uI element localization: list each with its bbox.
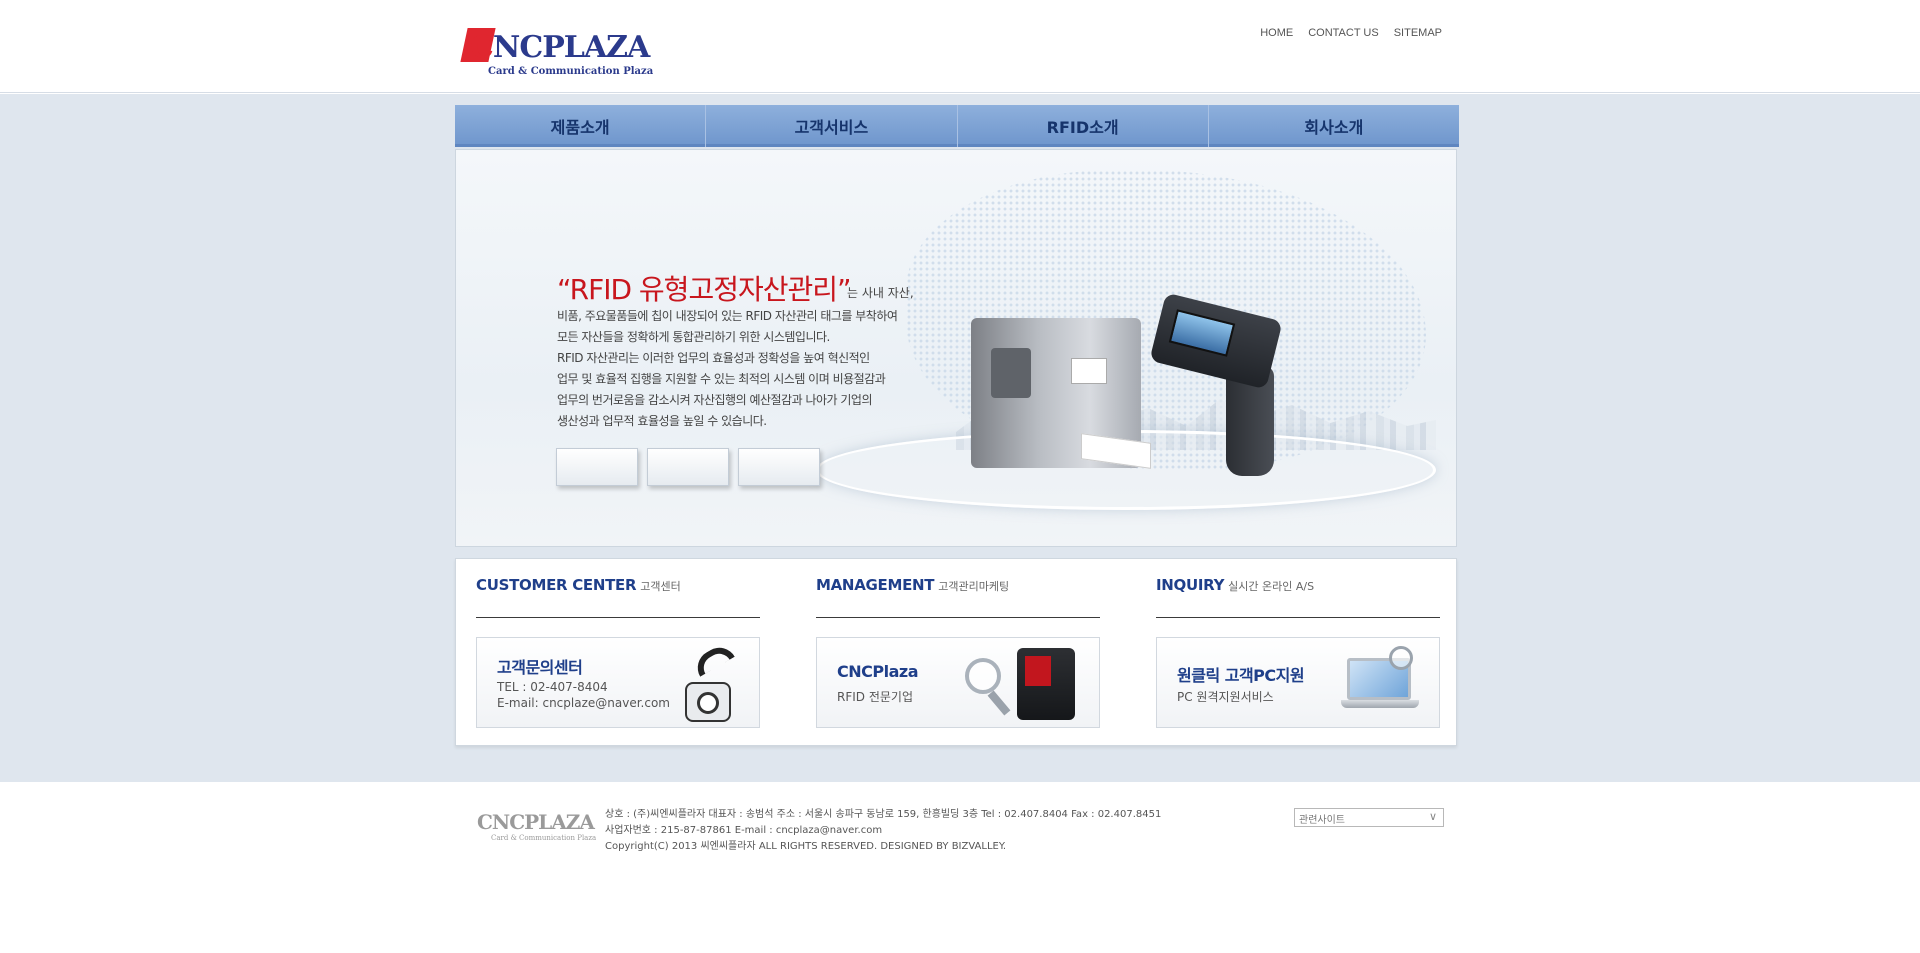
copyright: Copyright(C) 2013 씨엔씨플라자 ALL RIGHTS RESE… [605, 841, 1007, 852]
visual-thumbnails [556, 448, 820, 486]
management-card[interactable]: CNCPlaza RFID 전문기업 [816, 637, 1100, 728]
site-logo[interactable]: CNCPLAZA Card & Communication Plaza [460, 24, 653, 82]
rfid-device-icon [965, 648, 1085, 722]
customer-center-section: CUSTOMER CENTER 고객센터 고객문의센터 TEL : 02-407-… [476, 559, 760, 747]
home-link[interactable]: HOME [1260, 27, 1293, 39]
customer-center-title: CUSTOMER CENTER 고객센터 [476, 576, 681, 594]
visual-description: 비품, 주요물품들에 칩이 내장되어 있는 RFID 자산관리 태그를 부착하여… [557, 309, 898, 428]
thumbnail-1[interactable] [556, 448, 638, 486]
customer-card-title: 고객문의센터 [497, 658, 583, 677]
menu-company[interactable]: 회사소개 [1208, 105, 1459, 147]
menu-products[interactable]: 제품소개 [455, 105, 707, 147]
label-printer-image [971, 318, 1151, 478]
footer-logo: CNCPLAZA Card & Communication Plaza [477, 810, 597, 842]
customer-tel: TEL : 02-407-8404 [497, 680, 608, 694]
customer-email: E-mail: cncplaze@naver.com [497, 696, 670, 710]
site-footer: CNCPLAZA Card & Communication Plaza 상호 :… [0, 782, 1920, 953]
management-card-subtitle: RFID 전문기업 [837, 690, 913, 704]
company-info-line: 사업자번호 : 215-87-87861 E-mail : cncplaza@n… [605, 825, 883, 836]
laptop-icon [1341, 646, 1421, 720]
inquiry-card[interactable]: 원클릭 고객PC지원 PC 원격지원서비스 [1156, 637, 1440, 728]
main-navigation: 제품소개 고객서비스 RFID소개 회사소개 [455, 105, 1459, 147]
inquiry-card-subtitle: PC 원격지원서비스 [1177, 690, 1274, 704]
visual-headline: “RFID 유형고정자산관리” [557, 273, 852, 306]
logo-tagline: Card & Communication Plaza [488, 66, 654, 77]
top-navigation: HOME CONTACT US SITEMAP [1260, 27, 1442, 39]
menu-customer-service[interactable]: 고객서비스 [706, 105, 958, 147]
main-visual-banner: “RFID 유형고정자산관리” 는 사내 자산, 비품, 주요물품들에 칩이 내… [455, 149, 1457, 547]
inquiry-card-title: 원클릭 고객PC지원 [1177, 666, 1305, 685]
management-card-title: CNCPlaza [837, 662, 919, 681]
management-section: MANAGEMENT 고객관리마케팅 CNCPlaza RFID 전문기업 [816, 559, 1100, 747]
company-info-line: 상호 : (주)씨엔씨플라자 대표자 : 송범석 주소 : 서울시 송파구 동남… [605, 809, 1162, 820]
contact-us-link[interactable]: CONTACT US [1308, 27, 1379, 39]
sitemap-link[interactable]: SITEMAP [1394, 27, 1442, 39]
company-info: 상호 : (주)씨엔씨플라자 대표자 : 송범석 주소 : 서울시 송파구 동남… [605, 807, 1161, 855]
divider [816, 617, 1100, 618]
inquiry-title: INQUIRY 실시간 온라인 A/S [1156, 576, 1315, 594]
management-title: MANAGEMENT 고객관리마케팅 [816, 576, 1010, 594]
telephone-icon [679, 641, 739, 722]
divider [476, 617, 760, 618]
thumbnail-2[interactable] [647, 448, 729, 486]
logo-brand: CNCPLAZA [470, 30, 650, 65]
menu-rfid-intro[interactable]: RFID소개 [957, 105, 1209, 147]
divider [1156, 617, 1440, 618]
chevron-down-icon: ∨ [1428, 810, 1437, 823]
customer-center-card[interactable]: 고객문의센터 TEL : 02-407-8404 E-mail: cncplaz… [476, 637, 760, 728]
site-header: CNCPLAZA Card & Communication Plaza HOME… [0, 0, 1920, 93]
visual-headline-tail: 는 사내 자산, [847, 286, 914, 300]
info-panel: CUSTOMER CENTER 고객센터 고객문의센터 TEL : 02-407-… [455, 558, 1457, 746]
inquiry-section: INQUIRY 실시간 온라인 A/S 원클릭 고객PC지원 PC 원격지원서비스 [1156, 559, 1440, 747]
rfid-handheld-scanner-image [1146, 292, 1283, 476]
related-sites-select[interactable]: 관련사이트 ∨ [1294, 808, 1444, 827]
thumbnail-3[interactable] [738, 448, 820, 486]
